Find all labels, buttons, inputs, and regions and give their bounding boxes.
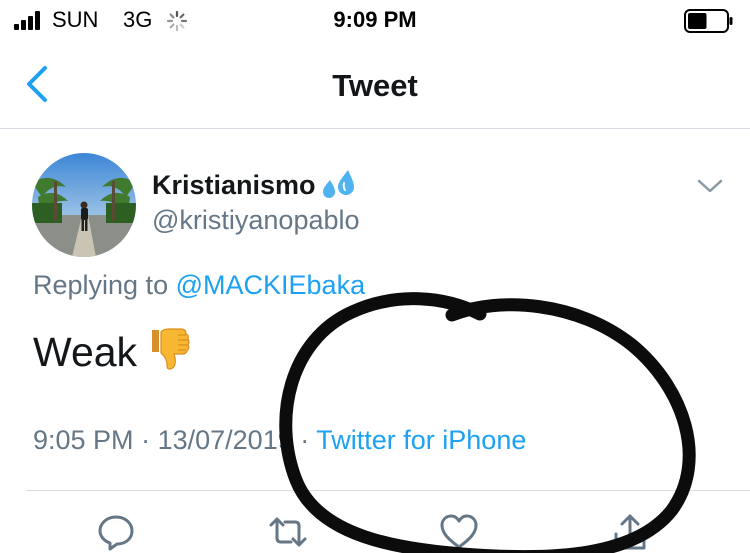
reply-icon[interactable]	[96, 512, 136, 552]
thumbs-down-icon	[152, 328, 190, 370]
tweet-options-button[interactable]	[693, 172, 727, 202]
tweet-meta: 9:05 PM · 13/07/2019 · Twitter for iPhon…	[33, 425, 526, 456]
tweet-date: 13/07/2019	[157, 425, 293, 455]
status-time: 9:09 PM	[333, 7, 417, 32]
tweet-time: 9:05 PM	[33, 425, 134, 455]
display-name-text: Kristianismo	[152, 170, 316, 200]
chevron-down-icon	[697, 179, 723, 193]
meta-separator-2: ·	[300, 425, 310, 455]
avatar[interactable]	[32, 153, 136, 257]
display-name[interactable]: Kristianismo	[152, 168, 358, 201]
tweet-text-content: Weak	[33, 329, 138, 375]
divider	[26, 490, 750, 491]
reply-to-handle-link[interactable]: @MACKIEbaka	[176, 270, 365, 300]
retweet-icon[interactable]	[268, 512, 308, 552]
tweet-source-link[interactable]: Twitter for iPhone	[316, 425, 526, 455]
navigation-bar: Tweet	[0, 42, 750, 129]
tweet-text: Weak	[33, 326, 191, 376]
page-title: Tweet	[332, 68, 418, 103]
meta-separator: ·	[141, 425, 151, 455]
share-icon[interactable]	[610, 512, 650, 552]
user-handle[interactable]: @kristiyanopablo	[152, 205, 360, 236]
battery-icon	[684, 9, 733, 33]
sweat-droplets-icon	[322, 170, 354, 198]
replying-to-line: Replying to @MACKIEbaka	[33, 270, 365, 301]
like-icon[interactable]	[439, 512, 479, 552]
status-bar: SUN 3G 9:09 PM	[0, 0, 750, 42]
replying-to-label: Replying to	[33, 270, 169, 300]
